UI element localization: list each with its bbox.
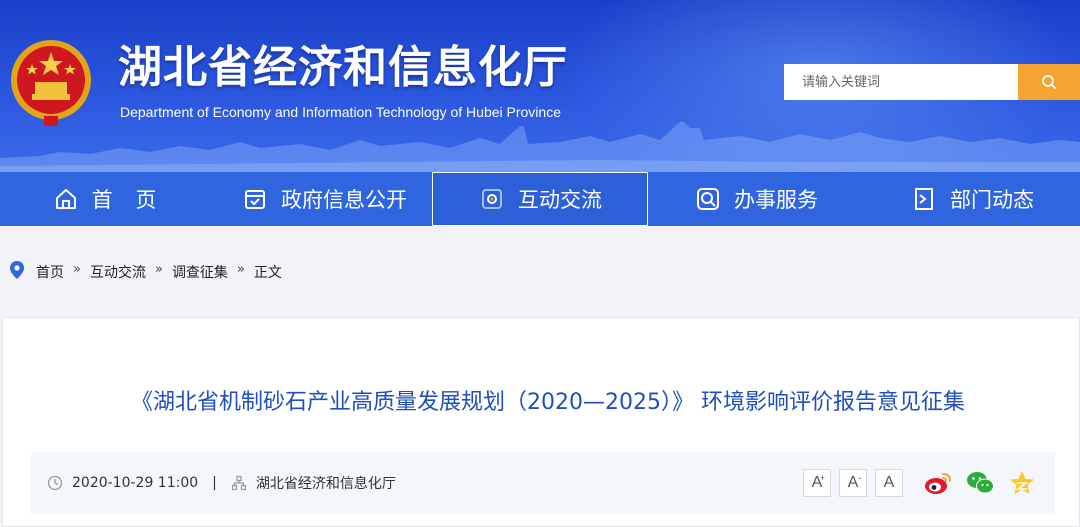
share-buttons [923,468,1037,498]
city-skyline-graphic [0,122,1080,172]
nav-item-interaction[interactable]: 互动交流 [432,172,648,226]
font-reset-button[interactable]: A [875,469,903,497]
wechat-share-button[interactable] [965,468,995,498]
nav-item-services[interactable]: 办事服务 [648,172,864,226]
wechat-icon [967,472,994,494]
breadcrumb-separator: » [154,262,163,277]
font-decrease-button[interactable]: A- [839,469,867,497]
article-title: 《湖北省机制砂石产业高质量发展规划（2020—2025）》 环境影响评价报告意见… [131,390,965,415]
main-nav: 首 页 政府信息公开 互动交流 办事服务 部门动态 [0,172,1080,226]
national-emblem-logo [11,40,91,126]
nav-item-label: 部门动态 [950,188,1034,212]
breadcrumb-survey[interactable]: 调查征集 [172,262,228,282]
qzone-share-button[interactable] [1007,468,1037,498]
nav-item-gov-info[interactable]: 政府信息公开 [216,172,432,226]
search-bar [784,64,1080,100]
breadcrumb-interaction[interactable]: 互动交流 [90,262,146,282]
search-button[interactable] [1018,64,1080,100]
nav-item-label: 办事服务 [734,188,818,212]
article-meta-bar: 2020-10-29 11:00 | 湖北省经济和信息化厅 A + A- A [31,452,1055,514]
qzone-star-icon [1010,471,1034,494]
article-card: 《湖北省机制砂石产业高质量发展规划（2020—2025）》 环境影响评价报告意见… [2,317,1080,527]
clock-icon [47,475,63,491]
font-increase-button[interactable]: A + [803,469,831,497]
site-title: 湖北省经济和信息化厅 [118,42,568,93]
nav-item-dept-news[interactable]: 部门动态 [864,172,1080,226]
organization-icon [231,475,246,491]
article-source: 湖北省经济和信息化厅 [255,476,396,492]
interaction-icon [478,185,506,213]
meta-divider: | [212,475,217,491]
news-icon [910,185,938,213]
font-size-controls: A + A- A [803,469,903,497]
site-subtitle: Department of Economy and Information Te… [120,104,561,120]
breadcrumb-home[interactable]: 首页 [36,262,64,282]
document-icon [241,185,269,213]
weibo-icon [925,473,951,494]
breadcrumb-separator: » [73,262,81,277]
breadcrumb: 首页 » 互动交流 » 调查征集 » 正文 [0,226,1080,316]
publish-date: 2020-10-29 11:00 [72,475,199,491]
search-input[interactable] [784,64,1018,100]
home-icon [52,185,80,213]
breadcrumb-separator: » [236,262,245,277]
nav-item-label: 互动交流 [518,188,602,212]
nav-item-label: 首 页 [91,188,165,212]
service-icon [694,185,722,213]
breadcrumb-current: 正文 [253,265,282,281]
nav-item-label: 政府信息公开 [281,188,407,212]
location-pin-icon [10,261,24,279]
search-icon [1042,75,1056,89]
weibo-share-button[interactable] [923,468,953,498]
nav-item-home[interactable]: 首 页 [0,172,216,226]
header-banner: 湖北省经济和信息化厅 Department of Economy and Inf… [0,0,1080,172]
